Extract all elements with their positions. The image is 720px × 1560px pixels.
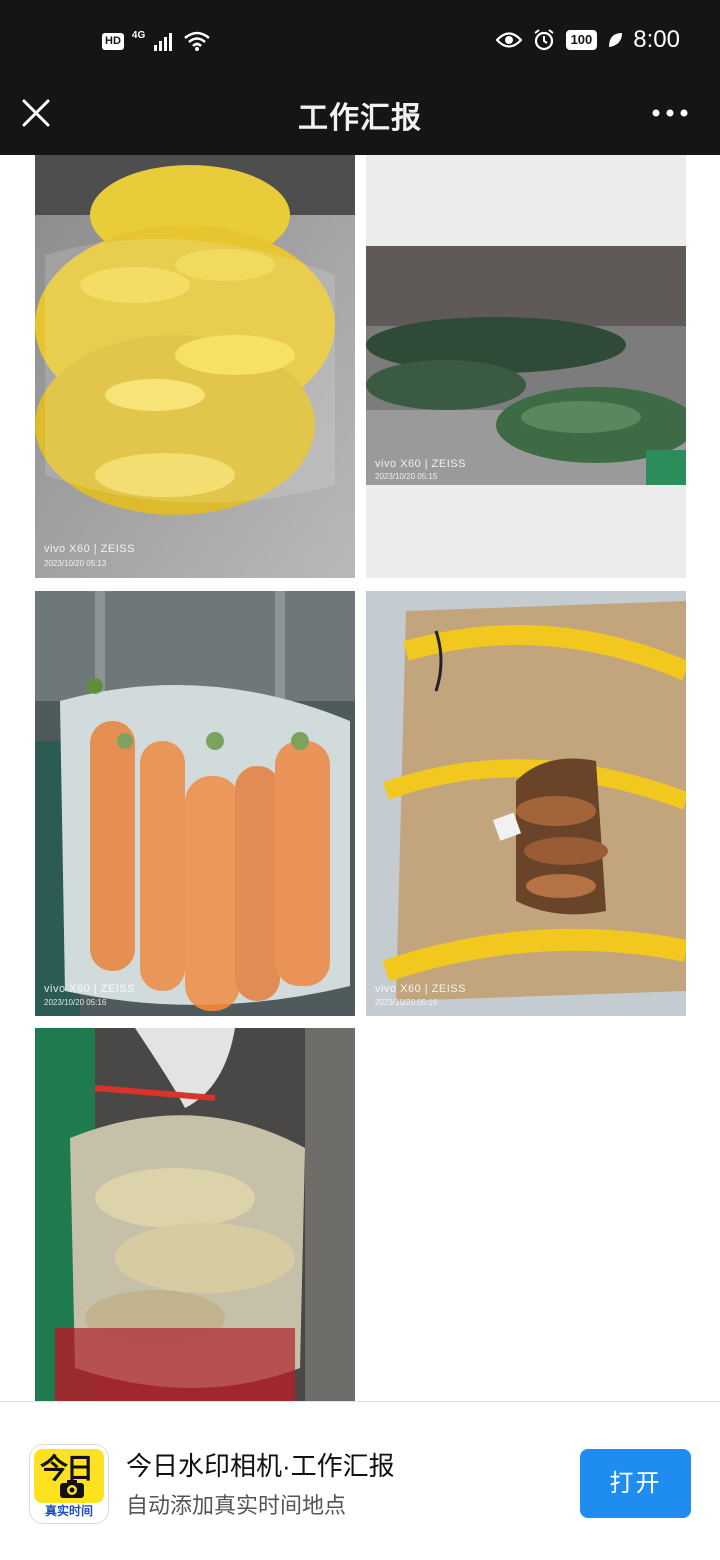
signal-icon xyxy=(154,33,173,51)
photo-watermark-brand: vivo X60 | ZEISS xyxy=(44,983,135,995)
leaf-icon xyxy=(609,33,623,47)
photo-watermark-brand: vivo X60 | ZEISS xyxy=(375,983,466,995)
wifi-icon xyxy=(184,31,211,51)
sweet-potatoes-image xyxy=(366,591,686,1016)
more-icon xyxy=(652,109,688,117)
photo-watermark-brand: vivo X60 | ZEISS xyxy=(44,543,135,555)
more-button[interactable] xyxy=(650,99,690,127)
battery-icon: 100 xyxy=(565,30,598,50)
photo-carrots[interactable]: vivo X60 | ZEISS 2023/10/20 05:16 xyxy=(35,591,355,1016)
app-icon-yellow: 今日 xyxy=(34,1449,104,1503)
photo-ginger[interactable] xyxy=(35,1028,355,1401)
promo-subtitle: 自动添加真实时间地点 xyxy=(126,1493,347,1518)
photo-watermark-date: 2023/10/20 05:16 xyxy=(44,998,107,1007)
status-left: HD 4G xyxy=(102,30,211,52)
photo-watermark-date: 2023/10/20 05:13 xyxy=(44,559,107,568)
photo-watermark-date: 2023/10/20 05:15 xyxy=(375,472,438,481)
photo-gallery: vivo X60 | ZEISS 2023/10/20 05:13 vivo X… xyxy=(0,155,720,1401)
corn-image xyxy=(35,155,355,578)
app-icon[interactable]: 今日 真实时间 xyxy=(29,1444,109,1524)
hd-badge: HD xyxy=(102,32,124,50)
app-promo-bar: 今日 真实时间 今日水印相机·工作汇报 自动添加真实时间地点 打开 xyxy=(0,1401,720,1560)
status-time: 8:00 xyxy=(633,26,680,53)
ginger-image xyxy=(35,1028,355,1401)
carrots-image xyxy=(35,591,355,1016)
status-right: 100 8:00 xyxy=(495,26,680,54)
app-icon-subtitle: 真实时间 xyxy=(44,1504,93,1518)
photo-watermark-date: 2023/10/20 05:16 xyxy=(375,998,438,1007)
winter-melon-image xyxy=(366,155,686,578)
page-title: 工作汇报 xyxy=(298,102,422,135)
promo-title: 今日水印相机·工作汇报 xyxy=(126,1451,395,1481)
eye-icon xyxy=(495,32,522,48)
photo-sweet-potatoes[interactable]: vivo X60 | ZEISS 2023/10/20 05:16 xyxy=(366,591,686,1016)
network-type: 4G xyxy=(131,29,146,41)
photo-watermark-brand: vivo X60 | ZEISS xyxy=(375,458,466,470)
title-bar: 工作汇报 xyxy=(0,85,720,155)
open-app-button[interactable]: 打开 xyxy=(580,1449,691,1518)
photo-winter-melon[interactable]: vivo X60 | ZEISS 2023/10/20 05:15 xyxy=(366,155,686,578)
photo-corn[interactable]: vivo X60 | ZEISS 2023/10/20 05:13 xyxy=(35,155,355,578)
status-bar: HD 4G 100 8:00 xyxy=(0,0,720,85)
alarm-icon xyxy=(533,29,554,51)
camera-icon xyxy=(60,1480,84,1498)
